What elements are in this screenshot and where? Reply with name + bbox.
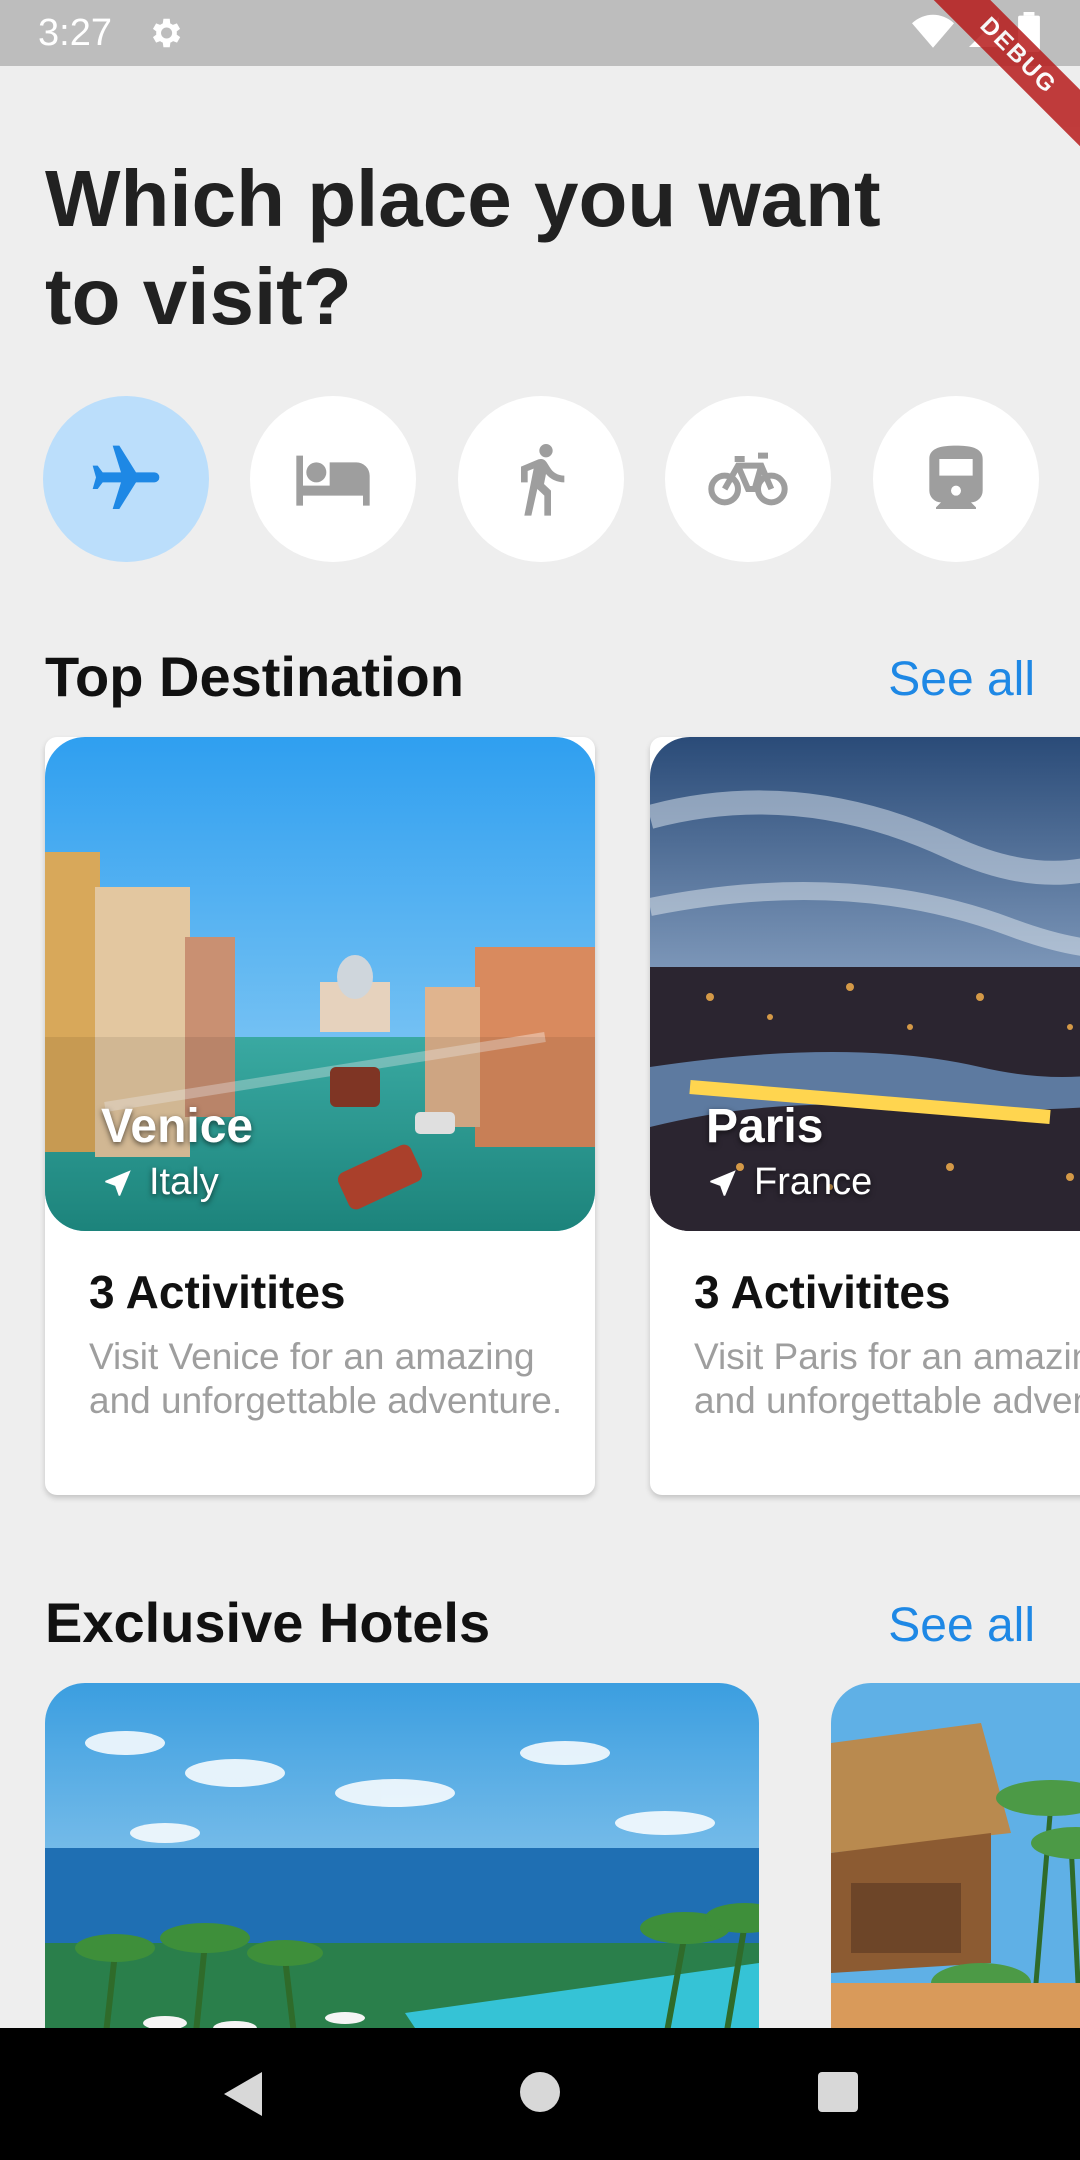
navigation-arrow-icon [105, 1169, 131, 1196]
venice-image [45, 737, 595, 1231]
page-title: Which place you want to visit? [45, 154, 881, 341]
back-icon[interactable] [220, 2068, 266, 2120]
category-walking[interactable] [458, 396, 624, 562]
destination-activities: 3 Activitites [89, 1266, 346, 1318]
hotel-tropical-image [831, 1683, 1080, 2043]
destination-country-label: Italy [149, 1161, 219, 1203]
category-hotels[interactable] [250, 396, 416, 562]
category-biking[interactable] [665, 396, 831, 562]
exclusive-hotels-see-all[interactable]: See all [888, 1598, 1035, 1653]
destination-country-label: France [754, 1161, 873, 1203]
exclusive-hotels-title: Exclusive Hotels [45, 1591, 491, 1654]
gear-icon [152, 18, 181, 48]
category-train[interactable] [873, 396, 1039, 562]
walking-icon [521, 444, 565, 516]
hotel-ocean-image [45, 1683, 759, 2043]
status-bar: 3:27 DEBUG [0, 0, 1080, 163]
hotel-card-tropical[interactable] [831, 1683, 1080, 2043]
system-nav-bar [0, 2028, 1080, 2160]
recent-apps-icon[interactable] [818, 2072, 858, 2112]
home-icon[interactable] [520, 2072, 560, 2112]
category-flights[interactable] [43, 396, 209, 562]
screen: 3:27 DEBUG Which place you want to visit… [0, 0, 1080, 2160]
airplane-icon [92, 445, 160, 509]
destination-city: Paris [706, 1100, 824, 1153]
destination-country: France [706, 1161, 872, 1204]
hotel-card-ocean[interactable] [45, 1683, 759, 2043]
train-icon [929, 445, 983, 509]
destination-city: Venice [101, 1100, 254, 1153]
paris-image [650, 737, 1080, 1231]
top-destination-see-all[interactable]: See all [888, 652, 1035, 707]
destination-country: Italy [101, 1161, 219, 1204]
bicycle-icon [708, 452, 788, 506]
destination-activities: 3 Activitites [694, 1266, 951, 1318]
navigation-arrow-icon [710, 1169, 736, 1196]
destination-card-venice[interactable]: Venice Italy 3 Activitites Visit Venice … [45, 737, 595, 1495]
destination-description: Visit Paris for an amazing and unforgett… [694, 1336, 1080, 1421]
destination-card-paris[interactable]: Paris France 3 Activitites Visit Paris f… [650, 737, 1080, 1495]
wifi-icon [912, 14, 954, 48]
destination-description: Visit Venice for an amazing and unforget… [89, 1336, 563, 1421]
top-destination-title: Top Destination [45, 645, 464, 708]
bed-icon [296, 455, 370, 506]
status-time: 3:27 [38, 12, 112, 54]
